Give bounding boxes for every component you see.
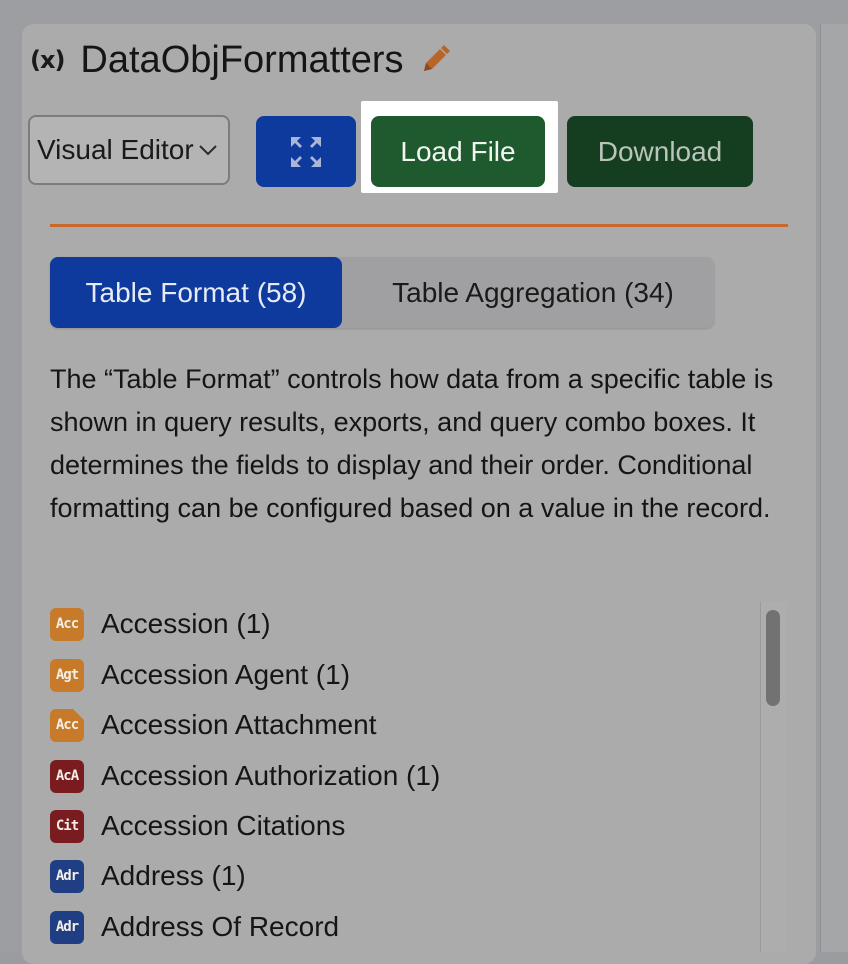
list-item-address-of-record[interactable]: Adr Address Of Record xyxy=(50,907,339,947)
list-scrollbar-thumb[interactable] xyxy=(766,610,780,706)
tab-table-aggregation[interactable]: Table Aggregation (34) xyxy=(352,257,714,328)
editor-mode-select[interactable]: Visual Editor xyxy=(28,115,230,185)
accession-table-icon: Acc xyxy=(50,607,84,641)
authorization-table-icon: AcA xyxy=(50,759,84,793)
chevron-down-icon xyxy=(199,145,217,156)
list-item-address[interactable]: Adr Address (1) xyxy=(50,856,246,896)
list-item-accession[interactable]: Acc Accession (1) xyxy=(50,604,271,644)
pencil-edit-icon[interactable] xyxy=(418,43,452,77)
description-text: The “Table Format” controls how data fro… xyxy=(50,364,774,523)
adjacent-panel-edge xyxy=(820,24,848,952)
download-button[interactable]: Download xyxy=(567,116,753,187)
address-table-icon: Adr xyxy=(50,910,84,944)
panel-header: (x) DataObjFormatters xyxy=(30,36,452,84)
variable-icon: (x) xyxy=(30,46,65,74)
list-item-label: Accession (1) xyxy=(101,608,271,639)
tab-table-format[interactable]: Table Format (58) xyxy=(50,257,342,328)
load-file-button[interactable]: Load File xyxy=(371,116,545,187)
list-item-label: Accession Authorization (1) xyxy=(101,760,441,791)
list-item-label: Address (1) xyxy=(101,860,246,891)
section-divider xyxy=(50,224,788,227)
address-table-icon: Adr xyxy=(50,859,84,893)
fullscreen-button[interactable] xyxy=(256,116,356,187)
list-item-label: Accession Agent (1) xyxy=(101,659,351,690)
table-list: Acc Accession (1) Agt Accession Agent (1… xyxy=(50,602,788,952)
list-item-accession-citations[interactable]: Cit Accession Citations xyxy=(50,806,345,846)
list-item-accession-authorization[interactable]: AcA Accession Authorization (1) xyxy=(50,756,440,796)
toolbar: Visual Editor Load File Download xyxy=(28,101,768,193)
editor-mode-value: Visual Editor xyxy=(37,134,194,165)
expand-arrows-icon xyxy=(291,136,321,167)
agent-table-icon: Agt xyxy=(50,658,84,692)
list-item-label: Accession Attachment xyxy=(101,709,377,740)
page-title: DataObjFormatters xyxy=(80,38,404,81)
tab-bar: Table Format (58) Table Aggregation (34) xyxy=(50,257,714,328)
list-item-label: Accession Citations xyxy=(101,810,346,841)
list-item-label: Address Of Record xyxy=(101,911,340,942)
attachment-table-icon: Acc xyxy=(50,708,84,742)
citation-table-icon: Cit xyxy=(50,809,84,843)
list-item-accession-agent[interactable]: Agt Accession Agent (1) xyxy=(50,655,350,695)
tab-description: The “Table Format” controls how data fro… xyxy=(50,358,790,530)
list-item-accession-attachment[interactable]: Acc Accession Attachment xyxy=(50,705,376,745)
